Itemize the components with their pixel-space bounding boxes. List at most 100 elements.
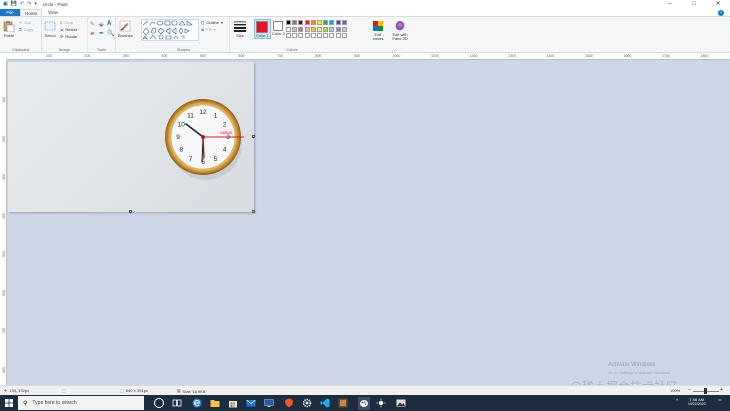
cut-button[interactable]: ✂ Cut — [19, 20, 31, 25]
pencil-tool[interactable]: ✎ — [90, 21, 95, 28]
palette-color[interactable] — [335, 20, 341, 25]
help-button[interactable]: ? — [718, 10, 724, 16]
monitor-app-icon[interactable] — [264, 398, 274, 408]
palette-color[interactable] — [304, 20, 310, 25]
palette-color[interactable] — [323, 33, 329, 38]
rotate-button[interactable]: ⟳ Rotate — [60, 34, 77, 39]
outline-dropdown[interactable]: ◻ Outline ▾ — [201, 20, 223, 25]
settings-gear-icon[interactable] — [302, 398, 312, 408]
clock-image: 12 1234567891011 radius — [165, 99, 244, 180]
ruler-tick-label: 1400 — [546, 54, 555, 58]
canvas-workspace[interactable]: 12 1 2 3 4 5 6 7 8 9 10 11 radius — [8, 60, 730, 385]
select-button[interactable]: Select — [44, 20, 56, 38]
tray-icons[interactable]: ˄ — [676, 397, 678, 402]
palette-color[interactable] — [292, 33, 298, 38]
start-button[interactable] — [0, 395, 18, 411]
palette-color[interactable] — [310, 20, 316, 25]
paint-taskbar-icon[interactable] — [358, 396, 370, 410]
palette-color[interactable] — [286, 20, 291, 25]
file-menu[interactable]: File — [0, 9, 20, 16]
resize-handle-corner[interactable] — [252, 210, 255, 213]
taskbar-search[interactable]: ⚲ Type here to search — [18, 396, 144, 410]
eraser-tool[interactable]: ▰ — [90, 30, 95, 37]
notification-icon[interactable]: ▭ — [718, 397, 722, 402]
resize-button[interactable]: ⇲ Resize — [60, 27, 78, 32]
resize-handle-bottom[interactable] — [129, 210, 132, 213]
image-viewer-icon[interactable] — [396, 398, 406, 408]
redo-icon[interactable]: ↷ — [27, 2, 31, 7]
brave-icon[interactable] — [284, 398, 294, 408]
paste-button[interactable]: Paste — [3, 20, 15, 38]
palette-color[interactable] — [298, 20, 304, 25]
palette-color[interactable] — [310, 33, 316, 38]
palette-color[interactable] — [341, 20, 347, 25]
shapes-gallery[interactable] — [141, 19, 199, 41]
zoom-in-icon[interactable]: + — [720, 387, 723, 393]
task-view-icon[interactable] — [172, 398, 182, 408]
undo-icon[interactable]: ↶ — [20, 2, 24, 7]
minimize-button[interactable]: – — [658, 0, 682, 9]
file-explorer-icon[interactable] — [210, 398, 220, 408]
zoom-thumb[interactable] — [704, 388, 707, 394]
palette-color[interactable] — [317, 33, 322, 38]
fill-dropdown[interactable]: ◼ Fill ▾ — [201, 27, 215, 32]
palette-color[interactable] — [323, 20, 329, 25]
brightness-icon[interactable] — [376, 398, 386, 408]
palette-color[interactable] — [317, 26, 322, 32]
tab-view[interactable]: View — [42, 9, 64, 16]
fill-tool[interactable]: ⬙ — [99, 21, 104, 28]
palette-color[interactable] — [298, 26, 304, 32]
zoom-level: 100% — [670, 388, 681, 393]
palette-color[interactable] — [341, 26, 347, 32]
palette-color[interactable] — [329, 26, 335, 32]
palette-color[interactable] — [329, 33, 335, 38]
vscode-icon[interactable] — [320, 398, 330, 408]
palette-color[interactable] — [317, 20, 322, 25]
color2-button[interactable]: Color 2 — [272, 20, 285, 36]
palette-color[interactable] — [329, 20, 335, 25]
clock-tray[interactable]: 7:46 AM 10/22/2020 — [688, 397, 706, 407]
resize-handle-right[interactable] — [252, 135, 255, 138]
customize-chevron-icon[interactable]: ▾ — [34, 2, 37, 7]
close-button[interactable]: ✕ — [706, 0, 730, 9]
palette-color[interactable] — [335, 33, 341, 38]
zoom-slider[interactable]: − + — [688, 387, 724, 394]
cortana-icon[interactable] — [154, 398, 164, 408]
color1-button[interactable]: Color 1 — [254, 19, 271, 39]
photo-app-icon[interactable] — [338, 398, 348, 408]
save-icon[interactable]: 💾 — [11, 2, 17, 7]
palette-color[interactable] — [286, 26, 291, 32]
clock-number: 11 — [187, 113, 194, 120]
quick-access-toolbar: ▣ 💾 ↶ ↷ ▾ — [0, 2, 37, 7]
color-picker-tool[interactable]: ✒ — [99, 30, 104, 37]
ruler-tick-label: 300 — [1, 174, 6, 180]
edge-icon[interactable] — [192, 398, 202, 408]
line-size-icon — [234, 21, 246, 32]
tab-home[interactable]: Home — [20, 9, 42, 16]
palette-color[interactable] — [286, 33, 291, 38]
size-button[interactable]: Size — [234, 20, 246, 38]
paint3d-button[interactable]: Edit with Paint 3D — [389, 20, 411, 41]
windows-logo-icon — [5, 399, 13, 407]
zoom-out-icon[interactable]: − — [688, 387, 691, 393]
brushes-button[interactable]: Brushes — [118, 20, 133, 38]
maximize-button[interactable]: □ — [682, 0, 706, 9]
crop-button[interactable]: ⌗ Crop — [60, 20, 73, 25]
text-tool[interactable]: A — [107, 21, 111, 27]
mail-icon[interactable] — [246, 398, 256, 408]
edit-colors-button[interactable]: Edit colors — [370, 20, 386, 41]
copy-button[interactable]: ⧉ Copy — [19, 27, 33, 32]
palette-color[interactable] — [292, 20, 298, 25]
colors-label: Colors — [286, 47, 298, 52]
palette-color[interactable] — [310, 26, 316, 32]
palette-color[interactable] — [323, 26, 329, 32]
palette-color[interactable] — [304, 33, 310, 38]
palette-color[interactable] — [304, 26, 310, 32]
palette-color[interactable] — [292, 26, 298, 32]
palette-color[interactable] — [298, 33, 304, 38]
magnifier-tool[interactable]: 🔍 — [107, 30, 114, 37]
store-icon[interactable] — [228, 398, 238, 408]
palette-color[interactable] — [341, 33, 347, 38]
drawing-canvas[interactable]: 12 1 2 3 4 5 6 7 8 9 10 11 radius — [8, 62, 255, 213]
palette-color[interactable] — [335, 26, 341, 32]
